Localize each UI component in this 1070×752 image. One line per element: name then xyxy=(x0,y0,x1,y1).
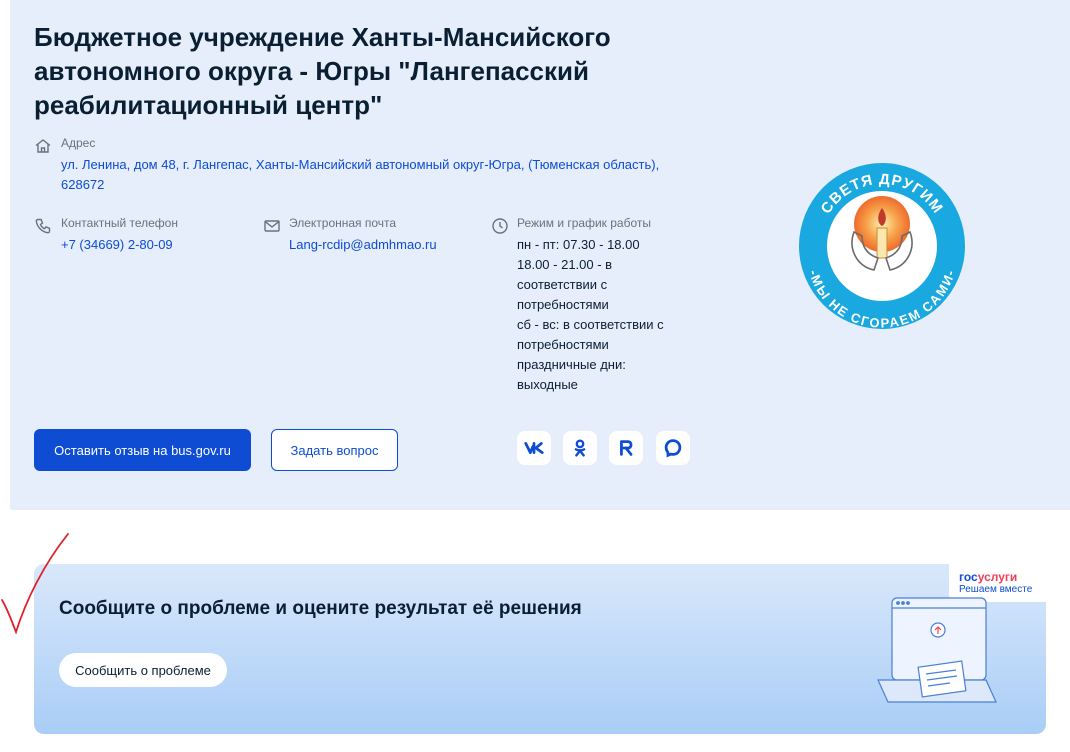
home-icon xyxy=(34,137,52,155)
address-block: Адрес ул. Ленина, дом 48, г. Лангепас, Х… xyxy=(61,135,691,195)
schedule-block: Режим и график работы пн - пт: 07.30 - 1… xyxy=(517,215,697,395)
report-problem-card: Сообщите о проблеме и оцените результат … xyxy=(34,564,1046,734)
schedule-line: пн - пт: 07.30 - 18.00 xyxy=(517,237,640,252)
schedule-line: сб - вс: в соответствии с xyxy=(517,317,664,332)
rutube-icon[interactable] xyxy=(609,431,643,465)
phone-block: Контактный телефон +7 (34669) 2-80-09 xyxy=(61,215,241,255)
schedule-lines: пн - пт: 07.30 - 18.00 18.00 - 21.00 - в… xyxy=(517,235,697,395)
schedule-line: соответствии с xyxy=(517,277,608,292)
email-label: Электронная почта xyxy=(289,216,397,230)
report-title: Сообщите о проблеме и оцените результат … xyxy=(59,598,582,619)
ask-question-button[interactable]: Задать вопрос xyxy=(271,429,398,471)
laptop-illustration xyxy=(870,594,1000,714)
organization-logo: СВЕТЯ ДРУГИМ -МЫ НЕ СГОРАЕМ САМИ- xyxy=(798,162,966,331)
odnoklassniki-icon[interactable] xyxy=(563,431,597,465)
email-block: Электронная почта Lang-rcdip@admhmao.ru xyxy=(289,215,479,255)
email-link[interactable]: Lang-rcdip@admhmao.ru xyxy=(289,235,479,255)
schedule-line: выходные xyxy=(517,377,578,392)
clock-icon xyxy=(491,217,509,235)
address-label: Адрес xyxy=(61,136,96,150)
schedule-line: потребностями xyxy=(517,337,609,352)
schedule-line: потребностями xyxy=(517,297,609,312)
mail-icon xyxy=(263,217,281,235)
max-messenger-icon[interactable] xyxy=(656,431,690,465)
schedule-line: 18.00 - 21.00 - в xyxy=(517,257,613,272)
phone-icon xyxy=(34,217,52,235)
schedule-line: праздничные дни: xyxy=(517,357,626,372)
annotation-checkmark xyxy=(0,530,75,640)
schedule-label: Режим и график работы xyxy=(517,216,652,230)
address-value[interactable]: ул. Ленина, дом 48, г. Лангепас, Ханты-М… xyxy=(61,155,691,195)
organization-title: Бюджетное учреждение Ханты-Мансийского а… xyxy=(34,22,611,120)
gosuslugi-logo: госуслуги xyxy=(959,570,1018,584)
phone-label: Контактный телефон xyxy=(61,216,178,230)
leave-review-button[interactable]: Оставить отзыв на bus.gov.ru xyxy=(34,429,251,471)
vk-icon[interactable] xyxy=(517,431,551,465)
report-problem-button[interactable]: Сообщить о проблеме xyxy=(59,653,227,687)
phone-link[interactable]: +7 (34669) 2-80-09 xyxy=(61,235,241,255)
